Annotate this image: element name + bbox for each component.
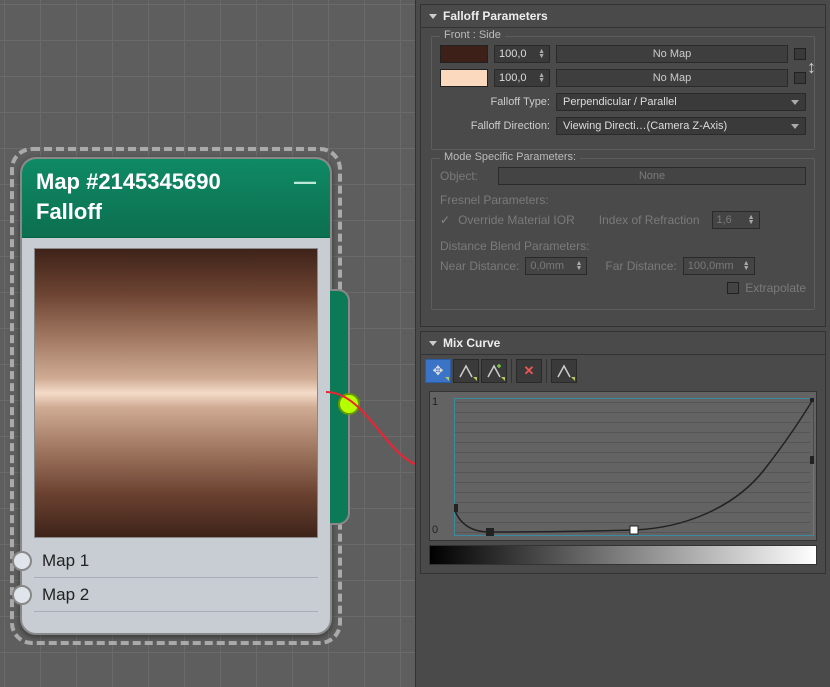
front-amount-spinner[interactable]: 100,0 ▲▼ (494, 45, 550, 63)
scale-point-button[interactable] (453, 359, 479, 383)
spinner-arrows-icon[interactable]: ▲▼ (538, 49, 545, 59)
falloff-type-label: Falloff Type: (440, 96, 550, 108)
falloff-parameters-rollout: Falloff Parameters Front : Side 100,0 ▲▼… (420, 4, 826, 327)
object-row: Object: None (440, 167, 806, 185)
falloff-direction-label: Falloff Direction: (440, 120, 550, 132)
side-color-swatch[interactable] (440, 69, 488, 87)
chevron-down-icon (791, 100, 799, 105)
spinner-value: 100,0 (499, 72, 527, 84)
material-preview[interactable] (34, 248, 318, 538)
falloff-type-row: Falloff Type: Perpendicular / Parallel (440, 93, 806, 111)
output-gradient (429, 545, 817, 565)
spinner-arrows-icon[interactable]: ▲▼ (538, 73, 545, 83)
reset-curve-button[interactable] (551, 359, 577, 383)
group-label: Mode Specific Parameters: (440, 151, 580, 163)
node-title: Map #2145345690 (36, 169, 221, 195)
near-distance-spinner: 0,0mm ▲▼ (525, 257, 587, 275)
falloff-type-dropdown[interactable]: Perpendicular / Parallel (556, 93, 806, 111)
object-label: Object: (440, 169, 492, 183)
spinner-arrows-icon: ▲▼ (743, 261, 750, 271)
mix-curve-rollout: Mix Curve ✥ ✕ 1 0 (420, 331, 826, 574)
input-slots: Map 1 Map 2 (34, 544, 318, 612)
rollout-title: Mix Curve (443, 336, 500, 350)
spinner-arrows-icon: ▲▼ (575, 261, 582, 271)
front-map-button[interactable]: No Map (556, 45, 788, 63)
curve-path (454, 398, 814, 536)
spinner-arrows-icon: ▲▼ (748, 215, 755, 225)
output-socket-icon[interactable] (338, 393, 360, 415)
side-map-button[interactable]: No Map (556, 69, 788, 87)
chevron-down-icon (791, 124, 799, 129)
side-map-enable-checkbox[interactable] (794, 72, 806, 84)
dropdown-value: Perpendicular / Parallel (563, 96, 677, 108)
spinner-value: 1,6 (717, 214, 732, 226)
rollout-header[interactable]: Falloff Parameters (421, 5, 825, 28)
front-row: 100,0 ▲▼ No Map ↕ (440, 45, 806, 63)
node-type-label: Falloff (36, 199, 316, 225)
extrapolate-label: Extrapolate (745, 281, 806, 295)
front-side-group: Front : Side 100,0 ▲▼ No Map ↕ 100,0 (431, 36, 815, 150)
curve-toolbar: ✥ ✕ (421, 355, 825, 387)
object-pick-button: None (498, 167, 806, 185)
slot-label: Map 1 (42, 551, 89, 571)
properties-panel: Falloff Parameters Front : Side 100,0 ▲▼… (415, 0, 830, 687)
checkmark-icon: ✓ (440, 213, 450, 227)
front-color-swatch[interactable] (440, 45, 488, 63)
slot-map1[interactable]: Map 1 (34, 544, 318, 578)
group-label: Front : Side (440, 29, 505, 41)
delete-point-button[interactable]: ✕ (516, 359, 542, 383)
side-row: 100,0 ▲▼ No Map (440, 69, 806, 87)
y-axis-min: 0 (432, 524, 438, 536)
far-distance-spinner: 100,0mm ▲▼ (683, 257, 755, 275)
override-ior-label: Override Material IOR (458, 213, 575, 227)
curve-editor[interactable]: 1 0 (429, 391, 817, 541)
spinner-value: 100,0mm (688, 260, 734, 272)
slot-label: Map 2 (42, 585, 89, 605)
falloff-node[interactable]: Map #2145345690 — Falloff Map 1 Map 2 (20, 157, 332, 635)
spinner-value: 0,0mm (530, 260, 564, 272)
node-header[interactable]: Map #2145345690 — Falloff (22, 159, 330, 238)
add-point-button[interactable] (481, 359, 507, 383)
front-map-enable-checkbox[interactable] (794, 48, 806, 60)
ior-label: Index of Refraction (599, 213, 700, 227)
near-distance-label: Near Distance: (440, 259, 519, 273)
rollout-title: Falloff Parameters (443, 9, 548, 23)
rollout-header[interactable]: Mix Curve (421, 332, 825, 355)
y-axis-max: 1 (432, 396, 438, 408)
extrapolate-row: Extrapolate (440, 281, 806, 295)
fresnel-row: ✓ Override Material IOR Index of Refract… (440, 211, 806, 229)
side-amount-spinner[interactable]: 100,0 ▲▼ (494, 69, 550, 87)
distance-section-label: Distance Blend Parameters: (440, 239, 806, 253)
extrapolate-checkbox (727, 282, 739, 294)
falloff-direction-dropdown[interactable]: Viewing Directi…(Camera Z-Axis) (556, 117, 806, 135)
far-distance-label: Far Distance: (605, 259, 676, 273)
distance-row: Near Distance: 0,0mm ▲▼ Far Distance: 10… (440, 257, 806, 275)
collapse-icon[interactable]: — (294, 169, 316, 195)
chevron-down-icon (429, 14, 437, 19)
slot-map2[interactable]: Map 2 (34, 578, 318, 612)
falloff-direction-row: Falloff Direction: Viewing Directi…(Came… (440, 117, 806, 135)
swap-icon[interactable]: ↕ (807, 57, 816, 78)
input-socket-icon[interactable] (12, 585, 32, 605)
spinner-value: 100,0 (499, 48, 527, 60)
input-socket-icon[interactable] (12, 551, 32, 571)
mode-specific-group: Mode Specific Parameters: Object: None F… (431, 158, 815, 310)
chevron-down-icon (429, 341, 437, 346)
ior-spinner: 1,6 ▲▼ (712, 211, 760, 229)
fresnel-section-label: Fresnel Parameters: (440, 193, 806, 207)
move-point-button[interactable]: ✥ (425, 359, 451, 383)
dropdown-value: Viewing Directi…(Camera Z-Axis) (563, 120, 727, 132)
